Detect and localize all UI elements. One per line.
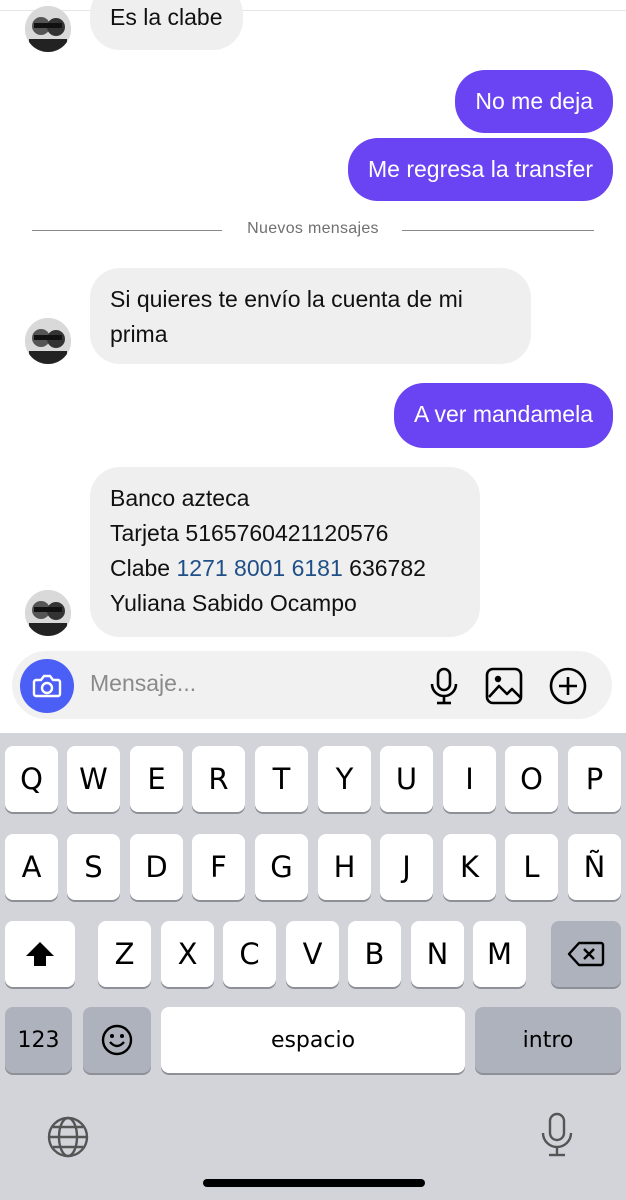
key-l[interactable]: L xyxy=(505,834,558,900)
message-outgoing[interactable]: A ver mandamela xyxy=(394,383,613,448)
key-i[interactable]: I xyxy=(443,746,496,812)
key-d[interactable]: D xyxy=(130,834,183,900)
contact-avatar[interactable] xyxy=(25,318,71,364)
key-k[interactable]: K xyxy=(443,834,496,900)
microphone-icon[interactable] xyxy=(423,665,465,707)
key-z[interactable]: Z xyxy=(98,921,151,987)
message-text: Tarjeta 5165760421120576 xyxy=(110,520,389,546)
message-incoming[interactable]: Es la clabe xyxy=(90,0,243,50)
key-j[interactable]: J xyxy=(380,834,433,900)
key-g[interactable]: G xyxy=(255,834,308,900)
key-c[interactable]: C xyxy=(223,921,276,987)
message-text: 636782 xyxy=(342,555,426,581)
message-outgoing[interactable]: No me deja xyxy=(455,70,613,133)
key-h[interactable]: H xyxy=(318,834,371,900)
key-u[interactable]: U xyxy=(380,746,433,812)
message-text: Yuliana Sabido Ocampo xyxy=(110,590,357,616)
key-f[interactable]: F xyxy=(192,834,245,900)
key-m[interactable]: M xyxy=(473,921,526,987)
new-messages-divider: Nuevos mensajes xyxy=(32,218,594,242)
message-text: A ver mandamela xyxy=(414,401,593,427)
key-r[interactable]: R xyxy=(192,746,245,812)
emoji-key[interactable] xyxy=(83,1007,151,1073)
key-t[interactable]: T xyxy=(255,746,308,812)
message-text: Me regresa la transfer xyxy=(368,156,593,182)
image-icon[interactable] xyxy=(483,665,525,707)
message-composer: Mensaje... xyxy=(12,651,612,719)
message-line: Clabe 1271 8001 6181 636782 xyxy=(110,551,460,586)
shift-key[interactable] xyxy=(5,921,75,987)
message-text: Si quieres te envío la cuenta de mi xyxy=(110,286,463,312)
dictation-mic-icon[interactable] xyxy=(536,1110,578,1160)
add-circle-icon[interactable] xyxy=(547,665,589,707)
message-incoming[interactable]: Si quieres te envío la cuenta de mi prim… xyxy=(90,268,531,364)
message-incoming[interactable]: Banco azteca Tarjeta 5165760421120576 Cl… xyxy=(90,467,480,637)
key-o[interactable]: O xyxy=(505,746,558,812)
message-input[interactable]: Mensaje... xyxy=(90,670,196,697)
message-text: prima xyxy=(110,321,168,347)
clabe-number-link[interactable]: 1271 8001 6181 xyxy=(176,555,342,581)
key-p[interactable]: P xyxy=(568,746,621,812)
contact-avatar[interactable] xyxy=(25,590,71,636)
key-x[interactable]: X xyxy=(161,921,214,987)
delete-key[interactable] xyxy=(551,921,621,987)
space-key[interactable]: espacio xyxy=(161,1007,465,1073)
globe-icon[interactable] xyxy=(45,1114,91,1160)
contact-avatar[interactable] xyxy=(25,6,71,52)
key-v[interactable]: V xyxy=(286,921,339,987)
key-enye[interactable]: Ñ xyxy=(568,834,621,900)
shift-icon xyxy=(26,942,54,966)
message-text: Banco azteca xyxy=(110,485,250,511)
message-outgoing[interactable]: Me regresa la transfer xyxy=(348,138,613,201)
message-text: Clabe xyxy=(110,555,177,581)
numbers-key[interactable]: 123 xyxy=(5,1007,72,1073)
key-w[interactable]: W xyxy=(67,746,120,812)
message-text: No me deja xyxy=(475,88,593,114)
emoji-icon xyxy=(101,1024,133,1056)
divider-label: Nuevos mensajes xyxy=(247,220,379,237)
return-key[interactable]: intro xyxy=(475,1007,621,1073)
key-q[interactable]: Q xyxy=(5,746,58,812)
key-a[interactable]: A xyxy=(5,834,58,900)
key-e[interactable]: E xyxy=(130,746,183,812)
home-indicator[interactable] xyxy=(203,1179,425,1187)
key-s[interactable]: S xyxy=(67,834,120,900)
key-y[interactable]: Y xyxy=(318,746,371,812)
camera-icon xyxy=(32,674,62,698)
delete-icon xyxy=(567,941,605,967)
key-n[interactable]: N xyxy=(411,921,464,987)
key-b[interactable]: B xyxy=(348,921,401,987)
camera-button[interactable] xyxy=(20,659,74,713)
message-text: Es la clabe xyxy=(110,4,223,30)
